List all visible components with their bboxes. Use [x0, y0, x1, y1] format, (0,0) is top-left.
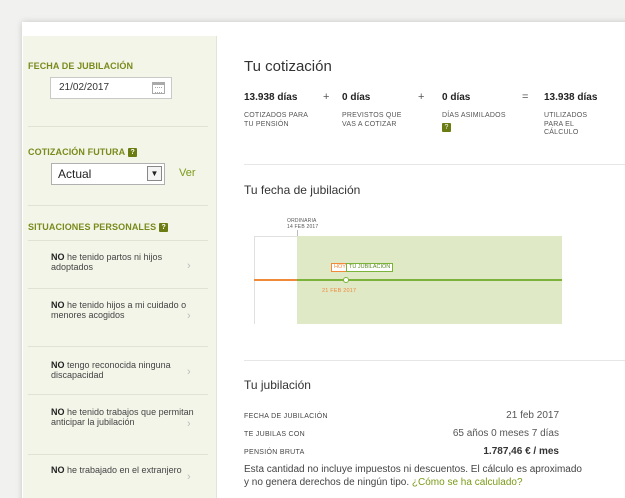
situacion-item-discapacidad[interactable]: NO tengo reconocida ninguna discapacidad [51, 360, 201, 380]
timeline-future-line [297, 279, 562, 281]
jubilacion-section-title: Tu jubilación [244, 378, 311, 392]
section-divider [244, 360, 625, 361]
cotizados-value: 13.938 días [244, 92, 298, 103]
utilizados-value: 13.938 días [544, 92, 598, 103]
como-calculado-link[interactable]: ¿Cómo se ha calculado? [412, 477, 523, 488]
asimilados-value: 0 días [442, 92, 471, 103]
fecha-section-title: Tu fecha de jubilación [244, 183, 361, 197]
timeline-past-line [254, 279, 297, 281]
plus-sign: + [418, 91, 425, 103]
fecha-jubilacion-row-value: 21 feb 2017 [506, 410, 559, 421]
chevron-right-icon[interactable]: › [187, 260, 191, 272]
cotizacion-futura-select[interactable]: Actual ▼ [51, 163, 165, 185]
sidebar-divider [28, 126, 208, 127]
calendar-icon[interactable] [152, 82, 165, 94]
help-icon[interactable]: ? [442, 122, 451, 132]
chevron-down-icon[interactable]: ▼ [147, 166, 162, 181]
pension-bruta-row-value: 1.787,46 € / mes [483, 446, 559, 457]
chevron-right-icon[interactable]: › [187, 471, 191, 483]
page-title: Tu cotización [244, 58, 332, 75]
chevron-right-icon[interactable]: › [187, 418, 191, 430]
fecha-jubilacion-title: FECHA DE JUBILACIÓN [28, 61, 134, 71]
previstos-value: 0 días [342, 92, 371, 103]
situaciones-personales-title: SITUACIONES PERSONALES? [28, 222, 169, 232]
timeline-dot [343, 277, 349, 283]
cotizacion-futura-title: COTIZACIÓN FUTURA? [28, 147, 138, 157]
plus-sign: + [323, 91, 330, 103]
section-divider [244, 164, 625, 165]
situacion-item-extranjero[interactable]: NO he trabajado en el extranjero [51, 465, 201, 475]
sidebar-divider [28, 288, 208, 289]
fecha-jubilacion-row-label: FECHA DE JUBILACIÓN [244, 413, 328, 420]
chevron-right-icon[interactable]: › [187, 366, 191, 378]
help-icon[interactable]: ? [128, 148, 138, 157]
equals-sign: = [522, 91, 529, 103]
help-icon[interactable]: ? [159, 223, 169, 232]
ver-link[interactable]: Ver [179, 167, 196, 179]
utilizados-label: UTILIZADOS PARA EL CÁLCULO [544, 112, 588, 136]
disclaimer-note: Esta cantidad no incluye impuestos ni de… [244, 464, 582, 488]
jubilacion-date-label: 21 FEB 2017 [322, 288, 357, 294]
sidebar-divider [28, 394, 208, 395]
cotizados-label: COTIZADOS PARA TU PENSIÓN [244, 112, 308, 128]
sidebar-divider [28, 346, 208, 347]
fecha-jubilacion-input[interactable]: 21/02/2017 [50, 77, 172, 99]
situacion-item-hijos[interactable]: NO he tenido hijos a mi cuidado o menore… [51, 300, 201, 320]
tu-jubilacion-marker: TU JUBILACION [346, 263, 394, 272]
sidebar-divider [28, 205, 208, 206]
situacion-item-partos[interactable]: NO he tenido partos ni hijos adoptados [51, 252, 201, 272]
pension-bruta-row-label: PENSIÓN BRUTA [244, 449, 305, 456]
asimilados-label: DÍAS ASIMILADOS ? [442, 112, 506, 132]
te-jubilas-row-label: TE JUBILAS CON [244, 431, 305, 438]
situacion-item-trabajos[interactable]: NO he tenido trabajos que permitan antic… [51, 407, 201, 427]
sidebar-divider [28, 454, 208, 455]
chevron-right-icon[interactable]: › [187, 310, 191, 322]
previstos-label: PREVISTOS QUE VAS A COTIZAR [342, 112, 402, 128]
sidebar-divider [28, 240, 208, 241]
te-jubilas-row-value: 65 años 0 meses 7 días [452, 428, 559, 439]
ordinaria-label: ORDINARIA 14 FEB 2017 [287, 218, 319, 230]
